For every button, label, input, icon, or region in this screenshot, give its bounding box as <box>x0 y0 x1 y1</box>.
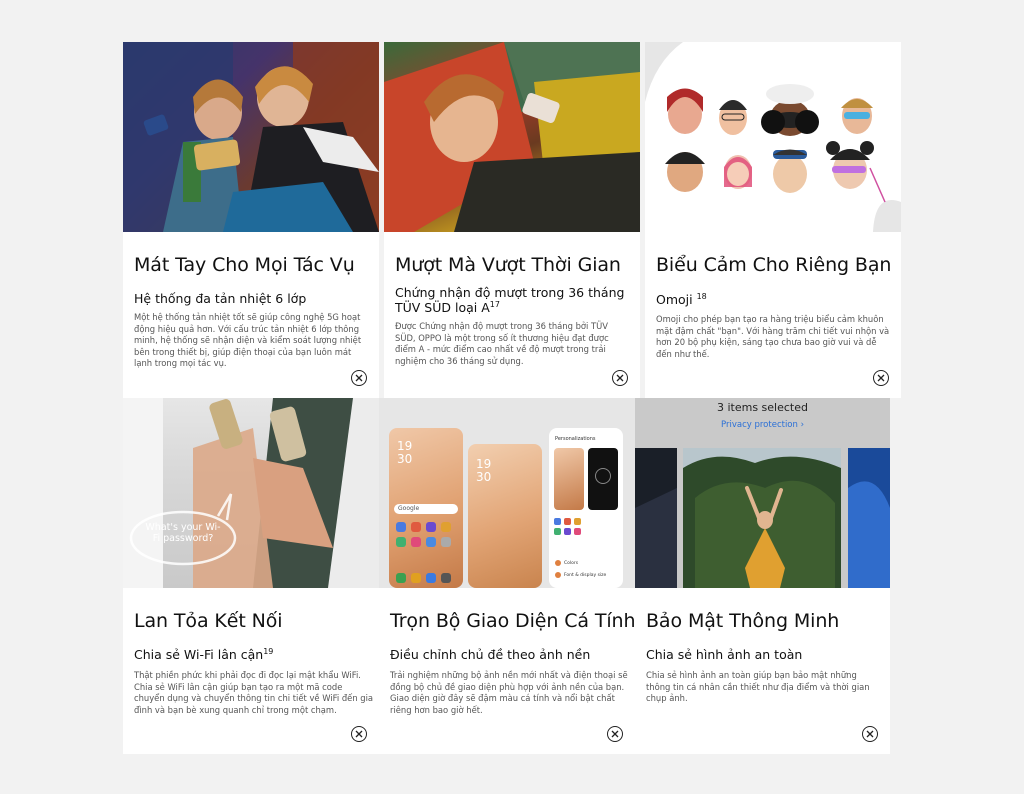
card-description: Chia sẻ hình ảnh an toàn giúp bạn bảo mậ… <box>646 670 870 703</box>
close-circle-icon[interactable] <box>351 370 367 386</box>
wifi-share-photo: What's your Wi-Fi password? <box>123 398 379 588</box>
card-title: Lan Tỏa Kết Nối <box>134 610 283 632</box>
smoothness-photo <box>384 42 640 232</box>
wifi-speech-bubble: What's your Wi-Fi password? <box>145 522 221 544</box>
card-subtitle: Chia sẻ hình ảnh an toàn <box>646 647 803 662</box>
close-circle-icon[interactable] <box>607 726 623 742</box>
card-title: Mượt Mà Vượt Thời Gian <box>395 254 621 276</box>
card-description: Trải nghiệm những bộ ảnh nền mới nhất và… <box>390 670 628 715</box>
card-subtitle: Omoji 18 <box>656 291 707 307</box>
feature-card-omoji: Biểu Cảm Cho Riêng Bạn Omoji 18 Omoji ch… <box>645 42 901 398</box>
cooling-photo <box>123 42 379 232</box>
omoji-illustration <box>645 42 901 232</box>
card-subtitle: Điều chỉnh chủ đề theo ảnh nền <box>390 647 591 662</box>
feature-card-wifi-share: What's your Wi-Fi password? Lan Tỏa Kết … <box>123 398 379 754</box>
feature-card-themes: 19 30 Google 19 30 Personalizations Colo… <box>379 398 635 754</box>
card-title: Biểu Cảm Cho Riêng Bạn <box>656 254 892 276</box>
card-subtitle: Chia sẻ Wi-Fi lân cận19 <box>134 646 274 662</box>
close-circle-icon[interactable] <box>351 726 367 742</box>
privacy-screen: 3 items selected Privacy protection › <box>635 398 890 588</box>
card-description: Thật phiền phức khi phải đọc đi đọc lại … <box>134 670 374 715</box>
feature-card-privacy: 3 items selected Privacy protection › Bả… <box>635 398 890 754</box>
card-subtitle: Chứng nhận độ mượt trong 36 tháng TÜV SÜ… <box>395 285 625 315</box>
phone-screen-settings: Personalizations Colors Font & display s… <box>549 428 623 588</box>
phone-screen-home: 19 30 Google <box>389 428 463 588</box>
omoji-face-1 <box>667 88 703 134</box>
card-title: Trọn Bộ Giao Diện Cá Tính <box>390 610 635 632</box>
themes-screens: 19 30 Google 19 30 Personalizations Colo… <box>379 398 635 588</box>
card-description: Một hệ thống tản nhiệt tốt sẽ giúp công … <box>134 312 362 368</box>
feature-card-smoothness: Mượt Mà Vượt Thời Gian Chứng nhận độ mượ… <box>384 42 640 398</box>
close-circle-icon[interactable] <box>873 370 889 386</box>
card-description: Được Chứng nhận độ mượt trong 36 tháng b… <box>395 321 609 366</box>
privacy-protection-link[interactable]: Privacy protection › <box>635 420 890 430</box>
selection-count: 3 items selected <box>716 401 808 414</box>
feature-card-cooling: Mát Tay Cho Mọi Tác Vụ Hệ thống đa tản n… <box>123 42 379 398</box>
close-circle-icon[interactable] <box>612 370 628 386</box>
phone-screen-lock: 19 30 <box>468 444 542 588</box>
card-subtitle: Hệ thống đa tản nhiệt 6 lớp <box>134 291 307 306</box>
card-title: Bảo Mật Thông Minh <box>646 610 840 632</box>
close-circle-icon[interactable] <box>862 726 878 742</box>
card-title: Mát Tay Cho Mọi Tác Vụ <box>134 254 355 276</box>
card-description: Omoji cho phép bạn tạo ra hàng triệu biể… <box>656 314 890 359</box>
